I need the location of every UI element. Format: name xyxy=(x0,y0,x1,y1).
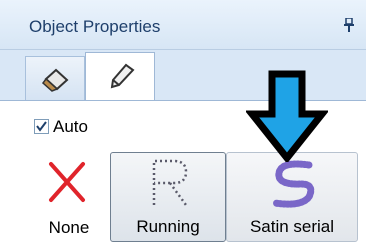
stitch-none-label: None xyxy=(48,218,90,237)
auto-label: Auto xyxy=(53,117,88,136)
panel-title: Object Properties xyxy=(29,17,161,36)
red-x-icon xyxy=(49,162,85,202)
checkmark-icon xyxy=(36,121,47,132)
stitch-running-button[interactable]: Running xyxy=(110,152,226,242)
panel-titlebar: Object Properties xyxy=(0,0,366,50)
fill-bucket-icon xyxy=(41,68,69,92)
auto-checkbox[interactable] xyxy=(34,119,49,134)
stitch-running-label: Running xyxy=(136,217,200,236)
pen-icon xyxy=(110,63,135,89)
pin-icon[interactable] xyxy=(343,18,355,32)
arrow-down-icon xyxy=(246,70,328,162)
tab-fill[interactable] xyxy=(25,56,85,100)
satin-serial-icon xyxy=(271,160,315,208)
stitch-satin-serial-button[interactable]: Satin serial xyxy=(226,152,358,242)
stitch-none-button[interactable]: None xyxy=(30,152,108,242)
stitch-satin-serial-label: Satin serial xyxy=(249,217,335,236)
running-stitch-r-icon xyxy=(152,159,188,206)
tab-stitch[interactable] xyxy=(85,52,155,101)
